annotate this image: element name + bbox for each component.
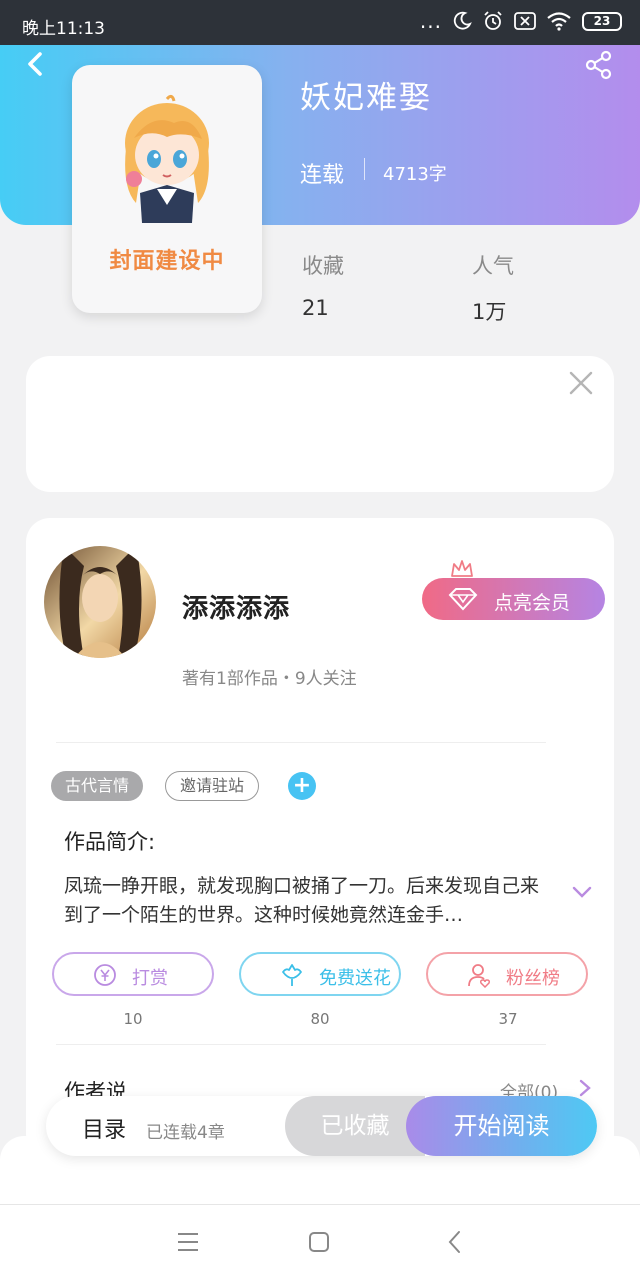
flower-count: 80 xyxy=(310,1010,330,1028)
more-indicators: ... xyxy=(419,9,442,33)
sim-off-icon xyxy=(514,12,536,30)
add-tag-button[interactable]: + xyxy=(288,772,316,800)
book-cover[interactable]: 封面建设中 xyxy=(72,65,262,313)
stat-favorites-label: 收藏 xyxy=(302,254,344,278)
cover-mascot-illustration xyxy=(125,94,209,223)
share-icon[interactable] xyxy=(584,50,614,80)
stat-popularity-value: 1万 xyxy=(472,300,507,324)
book-title: 妖妃难娶 xyxy=(300,80,432,116)
book-status: 连载 xyxy=(300,163,345,188)
ad-banner-card xyxy=(26,356,614,492)
fans-count: 37 xyxy=(498,1010,518,1028)
tip-button[interactable]: 打赏 xyxy=(52,952,214,996)
send-flower-button[interactable]: 免费送花 xyxy=(239,952,401,996)
author-meta: 著有1部作品・9人关注 xyxy=(182,669,357,689)
fans-person-icon xyxy=(468,964,490,988)
diamond-icon xyxy=(448,588,478,611)
yen-coin-icon xyxy=(94,964,116,986)
section-divider-2 xyxy=(56,1044,546,1045)
close-icon[interactable] xyxy=(568,370,594,396)
status-bar: 晚上11:13 ... 23 xyxy=(0,0,640,45)
book-detail-card: 添添添添 著有1部作品・9人关注 点亮会员 古代言情 邀请驻站 + 作品简介: … xyxy=(26,518,614,1158)
author-avatar[interactable] xyxy=(44,546,156,658)
fans-rank-button[interactable]: 粉丝榜 xyxy=(426,952,588,996)
nav-back-icon[interactable] xyxy=(446,1229,464,1255)
book-word-count: 4713字 xyxy=(383,164,447,185)
chapter-count: 已连载4章 xyxy=(146,1123,225,1143)
crown-icon xyxy=(451,560,473,577)
tip-button-label: 打赏 xyxy=(132,968,168,989)
home-icon[interactable] xyxy=(308,1231,330,1253)
alarm-icon xyxy=(484,11,502,30)
flower-icon xyxy=(282,964,302,986)
fans-rank-label: 粉丝榜 xyxy=(506,968,560,989)
intro-text: 凤琉一睁开眼，就发现胸口被捅了一刀。后来发现自己来到了一个陌生的世界。这种时候她… xyxy=(64,875,540,926)
author-name[interactable]: 添添添添 xyxy=(182,588,290,625)
tip-count: 10 xyxy=(123,1010,143,1028)
vip-button-label: 点亮会员 xyxy=(494,592,571,614)
system-nav-bar xyxy=(0,1204,640,1280)
status-divider xyxy=(364,158,365,180)
bottom-action-bar: 目录 已连载4章 已收藏 开始阅读 xyxy=(46,1096,597,1156)
chevron-right-icon[interactable] xyxy=(578,1078,592,1098)
status-indicators: ... 23 xyxy=(420,10,622,32)
cover-placeholder-text: 封面建设中 xyxy=(109,249,225,274)
intro-title: 作品简介: xyxy=(64,830,156,854)
battery-indicator: 23 xyxy=(582,11,622,31)
avatar-portrait xyxy=(59,546,142,658)
back-arrow-icon[interactable] xyxy=(22,50,50,78)
invite-tag[interactable]: 邀请驻站 xyxy=(165,771,260,801)
section-divider xyxy=(56,742,546,743)
send-flower-label: 免费送花 xyxy=(319,968,391,989)
wifi-icon xyxy=(547,12,571,31)
chevron-down-icon[interactable] xyxy=(571,884,593,900)
menu-icon[interactable] xyxy=(176,1231,200,1253)
stat-popularity-label: 人气 xyxy=(472,254,514,278)
status-time: 晚上11:13 xyxy=(22,19,105,39)
vip-button[interactable]: 点亮会员 xyxy=(422,578,605,620)
toc-button[interactable]: 目录 xyxy=(82,1112,126,1144)
start-reading-button[interactable]: 开始阅读 xyxy=(406,1096,597,1156)
genre-tag[interactable]: 古代言情 xyxy=(51,771,144,801)
favorited-button[interactable]: 已收藏 xyxy=(285,1096,425,1156)
moon-icon xyxy=(453,11,472,30)
stat-favorites-value: 21 xyxy=(302,296,329,320)
